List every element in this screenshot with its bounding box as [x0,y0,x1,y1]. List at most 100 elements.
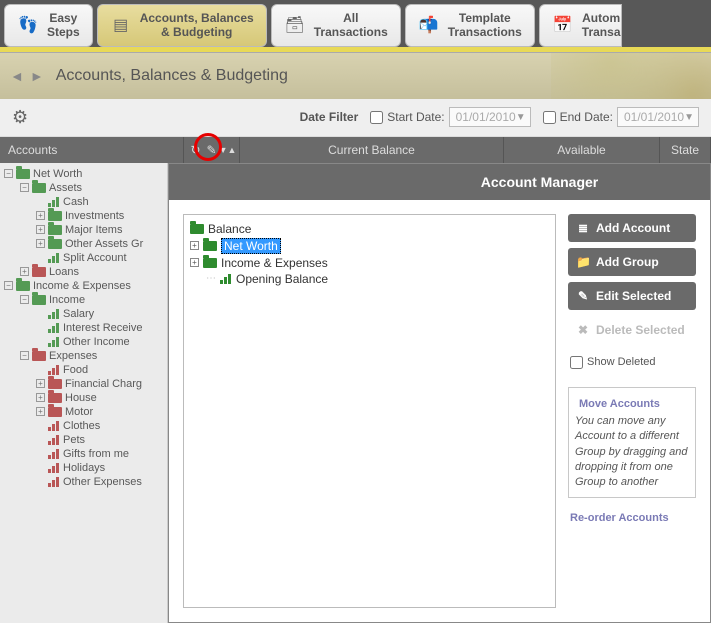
tab-all-transactions[interactable]: 🗃 All Transactions [271,4,401,47]
tab-label: Easy Steps [47,11,80,40]
expand-icon[interactable]: + [190,258,199,267]
tab-automatic-transactions[interactable]: 📅 Autom Transa [539,4,622,47]
tree-label: Pets [63,434,85,446]
show-deleted-toggle[interactable]: Show Deleted [568,350,696,375]
tree-row[interactable]: +House [0,391,167,405]
tree-row[interactable]: +Financial Charg [0,377,167,391]
add-group-button[interactable]: 📁 Add Group [568,248,696,276]
tree-row[interactable]: Gifts from me [0,447,167,461]
tree-label: Opening Balance [236,272,328,286]
tree-label: Food [63,364,88,376]
expand-icon[interactable]: − [20,351,29,360]
tree-row[interactable]: Interest Receive [0,321,167,335]
expand-icon[interactable]: − [20,183,29,192]
tree-row[interactable]: Holidays [0,461,167,475]
expand-icon[interactable]: + [36,407,45,416]
expand-icon[interactable]: + [36,239,45,248]
tree-row[interactable]: +Major Items [0,223,167,237]
end-date-value: 01/01/2010 [624,110,684,124]
tree-row[interactable]: − Net Worth [0,167,167,181]
tree-row[interactable]: +Motor [0,405,167,419]
tree-row[interactable]: −Expenses [0,349,167,363]
spacer [36,435,45,444]
col-available[interactable]: Available [504,137,660,163]
col-current-balance[interactable]: Current Balance [240,137,504,163]
tree-row[interactable]: + Other Assets Gr [0,237,167,251]
col-state[interactable]: State [660,137,711,163]
date-filter-label: Date Filter [300,110,359,124]
tree-label: Income & Expenses [221,256,328,270]
expand-icon[interactable]: + [20,267,29,276]
top-tab-bar: 👣 Easy Steps ▤ Accounts, Balances & Budg… [0,0,711,47]
refresh-icon[interactable]: ↻ [189,143,203,157]
tree-row[interactable]: Balance [190,221,549,237]
tree-row[interactable]: + Income & Expenses [190,255,549,271]
tab-accounts-balances[interactable]: ▤ Accounts, Balances & Budgeting [97,4,267,47]
tree-row[interactable]: Cash [0,195,167,209]
gear-icon[interactable]: ⚙ [12,107,28,128]
account-icon [48,421,60,431]
folder-icon [32,267,46,277]
col-accounts[interactable]: Accounts [0,137,184,163]
expand-icon[interactable]: − [20,295,29,304]
edit-accounts-icon[interactable]: ✎ [205,143,219,157]
nav-forward-icon[interactable]: ► [30,68,44,84]
expand-icon[interactable]: − [4,281,13,290]
nav-back-icon[interactable]: ◄ [10,68,24,84]
tree-row[interactable]: Salary [0,307,167,321]
add-account-button[interactable]: ≣ Add Account [568,214,696,242]
tree-row[interactable]: − Income & Expenses [0,279,167,293]
tab-label: Accounts, Balances & Budgeting [140,11,254,40]
spacer [36,449,45,458]
tree-row[interactable]: Clothes [0,419,167,433]
tab-easy-steps[interactable]: 👣 Easy Steps [4,4,93,47]
account-manager-tree[interactable]: Balance + Net Worth + Income & Expenses … [183,214,556,608]
tree-row[interactable]: +Loans [0,265,167,279]
bars-icon: ▤ [110,14,132,36]
expand-icon[interactable]: + [190,241,199,250]
tree-row[interactable]: −Assets [0,181,167,195]
spacer [36,323,45,332]
tree-connector: ⋯ [190,273,216,284]
start-date-checkbox[interactable] [370,111,383,124]
delete-icon: ✖ [576,323,590,337]
tree-label: Income & Expenses [33,280,131,292]
expand-icon[interactable]: − [4,169,13,178]
tree-row[interactable]: Other Expenses [0,475,167,489]
move-accounts-box: Move Accounts You can move any Account t… [568,387,696,498]
edit-selected-button[interactable]: ✎ Edit Selected [568,282,696,310]
box-icon: 🗃 [284,14,306,36]
reorder-accounts-legend: Re-order Accounts [568,512,696,524]
tree-row[interactable]: + Net Worth [190,237,549,255]
tree-label: Net Worth [33,168,82,180]
collapse-icon[interactable]: ▼▲ [221,143,235,157]
start-date-field[interactable]: 01/01/2010 ▼ [449,107,531,127]
folder-icon [48,211,62,221]
tree-row[interactable]: Food [0,363,167,377]
tree-label: Clothes [63,420,100,432]
tree-label: Salary [63,308,94,320]
button-label: Add Group [596,255,659,269]
expand-icon[interactable]: + [36,211,45,220]
chevron-down-icon: ▼ [516,112,526,123]
expand-icon[interactable]: + [36,225,45,234]
expand-icon[interactable]: + [36,393,45,402]
tree-row[interactable]: Split Account [0,251,167,265]
tree-row[interactable]: +Investments [0,209,167,223]
expand-icon[interactable]: + [36,379,45,388]
tree-row[interactable]: Pets [0,433,167,447]
tab-template-transactions[interactable]: 📬 Template Transactions [405,4,535,47]
tree-label: Interest Receive [63,322,142,334]
tree-row[interactable]: Other Income [0,335,167,349]
tree-row[interactable]: ⋯ Opening Balance [190,271,549,287]
end-date-checkbox[interactable] [543,111,556,124]
tab-label: Template Transactions [448,11,522,40]
accounts-tree[interactable]: −Net Worth−AssetsCash+Investments+Major … [0,163,168,623]
spacer [36,421,45,430]
tree-label: Other Assets Gr [65,238,143,250]
show-deleted-checkbox[interactable] [570,356,583,369]
folder-icon [190,224,204,234]
end-date-field[interactable]: 01/01/2010 ▼ [617,107,699,127]
tree-row[interactable]: −Income [0,293,167,307]
footsteps-icon: 👣 [17,14,39,36]
